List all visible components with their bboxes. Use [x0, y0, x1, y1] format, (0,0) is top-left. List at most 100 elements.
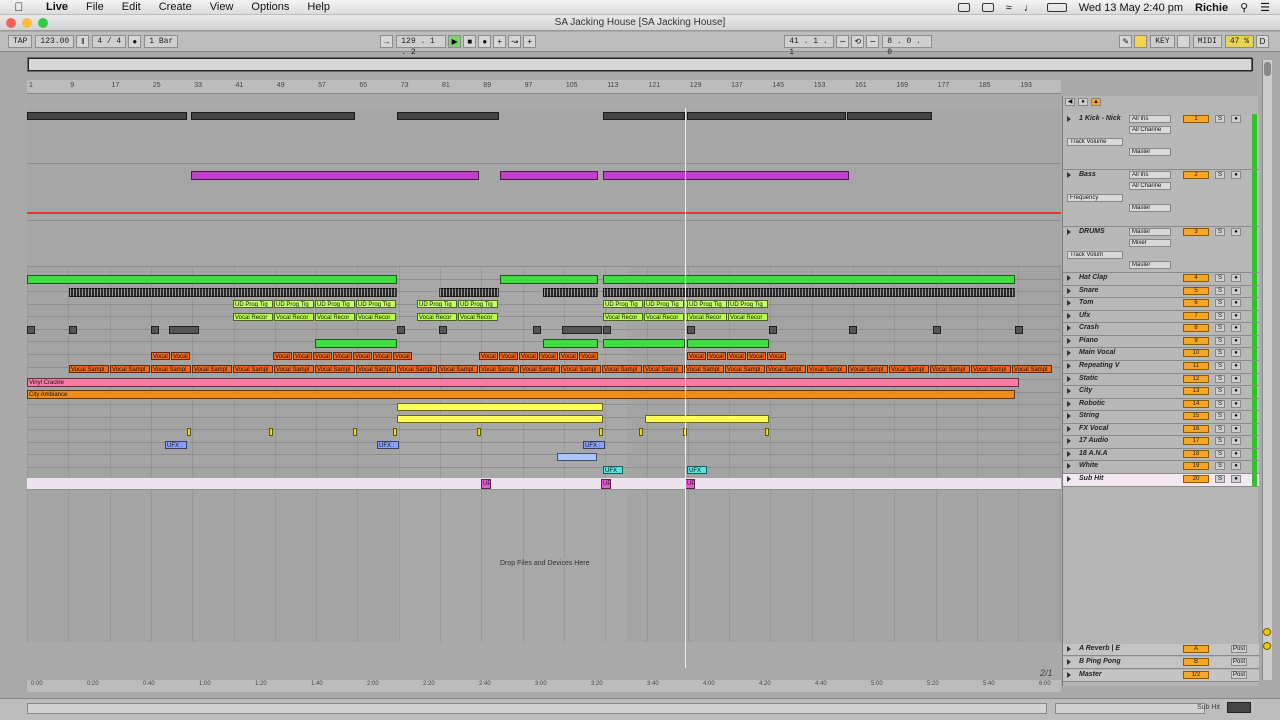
arrangement-clip[interactable]: Vocal Sampl	[684, 365, 724, 373]
fold-triangle-icon[interactable]	[1067, 350, 1071, 356]
minimize-window-button[interactable]	[22, 18, 32, 28]
arrangement-clip[interactable]: Vocal Sampl	[110, 365, 150, 373]
arrangement-clip[interactable]: Vocal Voc	[353, 352, 372, 360]
track-header[interactable]: Hat Clap 4 S ●	[1063, 273, 1259, 286]
arrangement-clip[interactable]: Vocal Sampl	[397, 365, 437, 373]
overview-toggle-icon[interactable]	[1263, 628, 1271, 636]
arm-button[interactable]: ●	[1231, 387, 1241, 395]
arrangement-clip[interactable]	[603, 112, 685, 120]
fold-triangle-icon[interactable]	[1067, 438, 1071, 444]
arrangement-clip[interactable]: Vocal Recor	[274, 313, 314, 321]
arm-button[interactable]: ●	[1231, 324, 1241, 332]
horizontal-scrollbar[interactable]	[27, 703, 1047, 714]
solo-button[interactable]: S	[1215, 337, 1225, 345]
time-ruler[interactable]: 0:00 0:20 0:40 1:00 1:20 1:40 2:00 2:20 2:40 3:00…	[27, 680, 1061, 692]
arrangement-clip[interactable]	[543, 288, 598, 297]
fold-triangle-icon[interactable]	[1067, 363, 1071, 369]
arrangement-clip[interactable]: Vocal Voc	[767, 352, 786, 360]
post-button[interactable]: Post	[1231, 645, 1247, 653]
fold-all-button[interactable]: ◀	[1065, 98, 1075, 106]
return-activator-button[interactable]: 1/2	[1183, 671, 1209, 679]
arrangement-clip[interactable]: Vocal Recor	[356, 313, 396, 321]
track-activator-button[interactable]: 7	[1183, 312, 1209, 320]
solo-button[interactable]: S	[1215, 115, 1225, 123]
track-activator-button[interactable]: 14	[1183, 400, 1209, 408]
sends-toggle-button[interactable]: ▲	[1091, 98, 1101, 106]
arrangement-clip[interactable]: UP	[601, 479, 611, 489]
track-header[interactable]: Piano 9 S ●	[1063, 336, 1259, 348]
metronome-icon[interactable]: ●	[128, 35, 142, 48]
arrangement-clip[interactable]: UD Prog Tig	[458, 300, 498, 308]
arm-button[interactable]: ●	[1231, 362, 1241, 370]
track-name[interactable]: Piano	[1079, 337, 1098, 344]
arrangement-clip[interactable]: Vocal Recor	[417, 313, 457, 321]
arrangement-clip[interactable]: Vocal Voc	[171, 352, 190, 360]
arrangement-clip[interactable]: Vocal Voc	[151, 352, 170, 360]
arm-button[interactable]: ●	[1231, 375, 1241, 383]
midi-map-button[interactable]: MIDI	[1192, 35, 1222, 48]
arrangement-clip[interactable]: Vocal Sampl	[520, 365, 560, 373]
solo-button[interactable]: S	[1215, 375, 1225, 383]
solo-button[interactable]: S	[1215, 475, 1225, 483]
arrangement-clip[interactable]: UD Prog Tig	[603, 300, 643, 308]
arrangement-clip[interactable]	[269, 428, 273, 436]
arrangement-clip[interactable]: Vinyl Crackle	[27, 378, 1019, 387]
arrangement-clip[interactable]: Vocal Sampl	[643, 365, 683, 373]
track-activator-button[interactable]: 17	[1183, 437, 1209, 445]
arrangement-clip[interactable]	[353, 428, 357, 436]
input-type-select[interactable]: All Ins	[1129, 171, 1171, 179]
arm-button[interactable]: ●	[1231, 337, 1241, 345]
arm-button[interactable]: ●	[1231, 437, 1241, 445]
arm-button[interactable]: ●	[1231, 400, 1241, 408]
fold-triangle-icon[interactable]	[1067, 376, 1071, 382]
track-activator-button[interactable]: 3	[1183, 228, 1209, 236]
tempo-field[interactable]: 123.00	[35, 35, 75, 48]
loop-switch-icon[interactable]: ⟲	[851, 35, 865, 48]
arrangement-clip[interactable]	[393, 428, 397, 436]
track-name[interactable]: City	[1079, 387, 1092, 394]
input-channel-select[interactable]: Mixer	[1129, 239, 1171, 247]
close-window-button[interactable]	[6, 18, 16, 28]
track-activator-button[interactable]: 12	[1183, 375, 1209, 383]
selected-track-lane[interactable]	[27, 478, 1061, 490]
track-header[interactable]: DRUMS Master Mixer Track Volum Master 3 S ●	[1063, 227, 1259, 273]
fold-triangle-icon[interactable]	[1067, 426, 1071, 432]
arm-button[interactable]: ●	[1231, 412, 1241, 420]
arrangement-clip[interactable]	[639, 428, 643, 436]
arrangement-clip[interactable]	[69, 326, 77, 334]
arrangement-clip[interactable]	[27, 112, 187, 120]
fold-triangle-icon[interactable]	[1067, 288, 1071, 294]
input-channel-select[interactable]: All Channe	[1129, 126, 1171, 134]
return-track-header[interactable]: Master 1/2 Post	[1063, 670, 1259, 682]
solo-button[interactable]: S	[1215, 437, 1225, 445]
arrangement-clip[interactable]: Vocal Voc	[333, 352, 352, 360]
arrangement-clip[interactable]: Vocal Sampl	[561, 365, 601, 373]
track-name[interactable]: White	[1079, 462, 1098, 469]
arrangement-clip[interactable]: Vocal Recor	[233, 313, 273, 321]
arrangement-clip[interactable]: Vocal Voc	[293, 352, 312, 360]
arrangement-clip[interactable]	[603, 171, 849, 180]
arm-button[interactable]: ●	[1231, 287, 1241, 295]
automation-line[interactable]	[27, 212, 1061, 214]
solo-button[interactable]: S	[1215, 299, 1225, 307]
arrangement-clip[interactable]	[397, 326, 405, 334]
fold-triangle-icon[interactable]	[1067, 116, 1071, 122]
loop-start-field[interactable]: 41 . 1 . 1	[784, 35, 835, 57]
track-header[interactable]: FX Vocal 16 S ●	[1063, 424, 1259, 436]
track-activator-button[interactable]: 1	[1183, 115, 1209, 123]
return-track-header[interactable]: A Reverb | E A Post	[1063, 644, 1259, 656]
arrangement-clip[interactable]	[500, 275, 598, 284]
track-activator-button[interactable]: 6	[1183, 299, 1209, 307]
arrangement-clip[interactable]: Vocal Sampl	[930, 365, 970, 373]
arrangement-clip[interactable]: UFX :	[165, 441, 187, 449]
arrangement-clip[interactable]	[603, 339, 685, 348]
arrangement-clip[interactable]	[687, 326, 695, 334]
menu-file[interactable]: File	[86, 1, 104, 13]
arrangement-clip[interactable]: Vocal Sampl	[356, 365, 396, 373]
arrangement-clip[interactable]: Vocal Sampl	[848, 365, 888, 373]
overdub-button[interactable]: +	[493, 35, 507, 48]
track-activator-button[interactable]: 10	[1183, 349, 1209, 357]
arrangement-clip[interactable]: UD Prog Tig	[274, 300, 314, 308]
return-activator-button[interactable]: A	[1183, 645, 1209, 653]
arrangement-clip[interactable]	[187, 428, 191, 436]
